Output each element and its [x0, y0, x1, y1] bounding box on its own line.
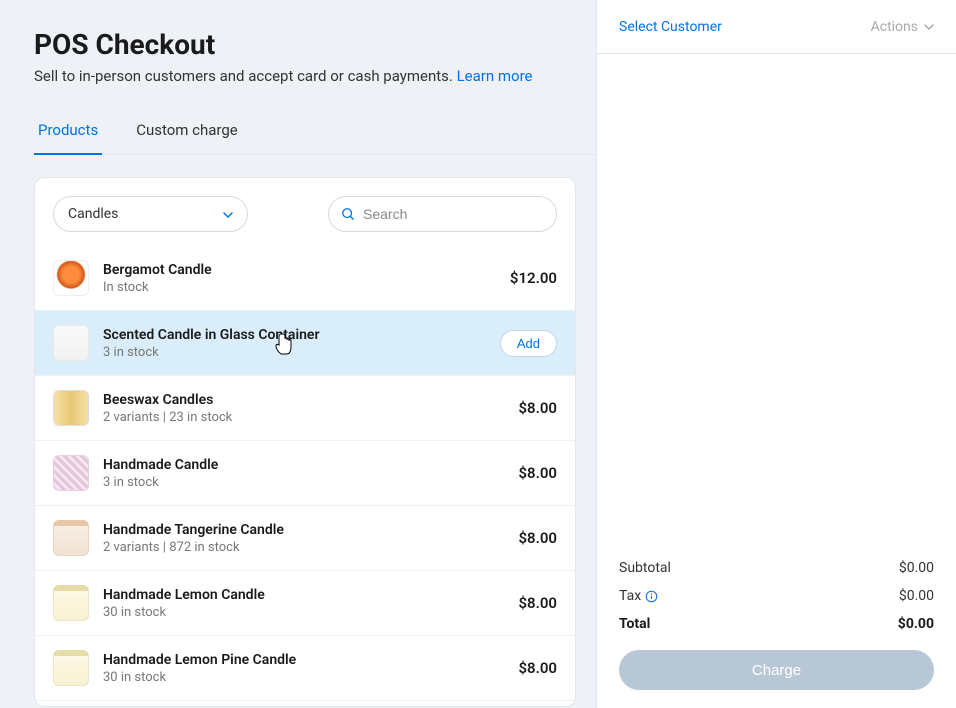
product-stock: 2 variants | 23 in stock: [103, 410, 504, 425]
product-stock: 3 in stock: [103, 475, 504, 490]
tab-custom-charge[interactable]: Custom charge: [132, 111, 242, 155]
product-price: $8.00: [518, 464, 557, 482]
search-input[interactable]: [363, 206, 544, 222]
product-price: $12.00: [510, 269, 557, 287]
product-name: Scented Candle in Glass Container: [103, 327, 486, 343]
page-title: POS Checkout: [34, 28, 596, 61]
tabs: Products Custom charge: [34, 111, 596, 155]
tax-label: Tax: [619, 588, 641, 604]
info-icon[interactable]: [645, 590, 658, 603]
actions-dropdown[interactable]: Actions: [871, 19, 934, 35]
products-card: Candles Bergamot Candle In stock $12.00: [34, 177, 576, 707]
cart-body: [597, 54, 956, 554]
product-name: Handmade Lemon Pine Candle: [103, 652, 504, 668]
chevron-down-icon: [924, 24, 934, 30]
subtotal-label: Subtotal: [619, 560, 671, 576]
product-row[interactable]: Beeswax Candles 2 variants | 23 in stock…: [35, 376, 575, 441]
product-thumbnail: [53, 260, 89, 296]
product-info: Handmade Lemon Pine Candle 30 in stock: [103, 652, 504, 685]
product-row[interactable]: Handmade Candle 3 in stock $8.00: [35, 441, 575, 506]
product-info: Scented Candle in Glass Container 3 in s…: [103, 327, 486, 360]
product-price: $8.00: [518, 659, 557, 677]
product-info: Handmade Lemon Candle 30 in stock: [103, 587, 504, 620]
filter-row: Candles: [35, 178, 575, 246]
product-row[interactable]: Bergamot Candle In stock $12.00: [35, 246, 575, 311]
add-button[interactable]: Add: [500, 330, 557, 357]
product-row[interactable]: Handmade Tangerine Candle 2 variants | 8…: [35, 506, 575, 571]
product-info: Bergamot Candle In stock: [103, 262, 496, 295]
cart-pane: Select Customer Actions Subtotal $0.00 T…: [596, 0, 956, 708]
cart-header: Select Customer Actions: [597, 0, 956, 54]
total-label: Total: [619, 616, 650, 632]
product-list[interactable]: Bergamot Candle In stock $12.00 Scented …: [35, 246, 575, 706]
product-thumbnail: [53, 390, 89, 426]
product-thumbnail: [53, 650, 89, 686]
product-name: Handmade Lemon Candle: [103, 587, 504, 603]
product-name: Handmade Candle: [103, 457, 504, 473]
search-field[interactable]: [328, 196, 557, 232]
product-row[interactable]: Handmade Lemon Pine Candle 30 in stock $…: [35, 636, 575, 701]
product-info: Beeswax Candles 2 variants | 23 in stock: [103, 392, 504, 425]
subtitle-text: Sell to in-person customers and accept c…: [34, 67, 457, 85]
product-stock: 30 in stock: [103, 605, 504, 620]
category-dropdown[interactable]: Candles: [53, 196, 248, 232]
product-info: Handmade Candle 3 in stock: [103, 457, 504, 490]
product-row[interactable]: Handmade Lemon Candle 30 in stock $8.00: [35, 571, 575, 636]
charge-button[interactable]: Charge: [619, 650, 934, 690]
product-row[interactable]: Handmade Jasmine Candle: [35, 701, 575, 706]
search-icon: [341, 207, 355, 221]
tab-products[interactable]: Products: [34, 111, 102, 155]
product-price: $8.00: [518, 594, 557, 612]
product-price: $8.00: [518, 529, 557, 547]
page-subtitle: Sell to in-person customers and accept c…: [34, 67, 596, 85]
chevron-down-icon: [223, 207, 233, 221]
actions-label: Actions: [871, 19, 918, 35]
tax-value: $0.00: [899, 588, 934, 604]
product-stock: 2 variants | 872 in stock: [103, 540, 504, 555]
product-name: Beeswax Candles: [103, 392, 504, 408]
product-thumbnail: [53, 455, 89, 491]
select-customer-link[interactable]: Select Customer: [619, 19, 722, 35]
learn-more-link[interactable]: Learn more: [457, 67, 533, 85]
product-price: $8.00: [518, 399, 557, 417]
cart-totals: Subtotal $0.00 Tax $0.00 Total $0.00 Cha…: [597, 554, 956, 708]
product-name: Handmade Tangerine Candle: [103, 522, 504, 538]
product-info: Handmade Tangerine Candle 2 variants | 8…: [103, 522, 504, 555]
product-stock: 30 in stock: [103, 670, 504, 685]
product-row[interactable]: Scented Candle in Glass Container 3 in s…: [35, 311, 575, 376]
product-name: Bergamot Candle: [103, 262, 496, 278]
product-stock: 3 in stock: [103, 345, 486, 360]
subtotal-value: $0.00: [899, 560, 934, 576]
product-thumbnail: [53, 520, 89, 556]
total-row: Total $0.00: [619, 610, 934, 638]
product-stock: In stock: [103, 280, 496, 295]
total-value: $0.00: [898, 616, 934, 632]
product-thumbnail: [53, 325, 89, 361]
tax-row: Tax $0.00: [619, 582, 934, 610]
subtotal-row: Subtotal $0.00: [619, 554, 934, 582]
category-value: Candles: [68, 206, 118, 222]
product-thumbnail: [53, 585, 89, 621]
